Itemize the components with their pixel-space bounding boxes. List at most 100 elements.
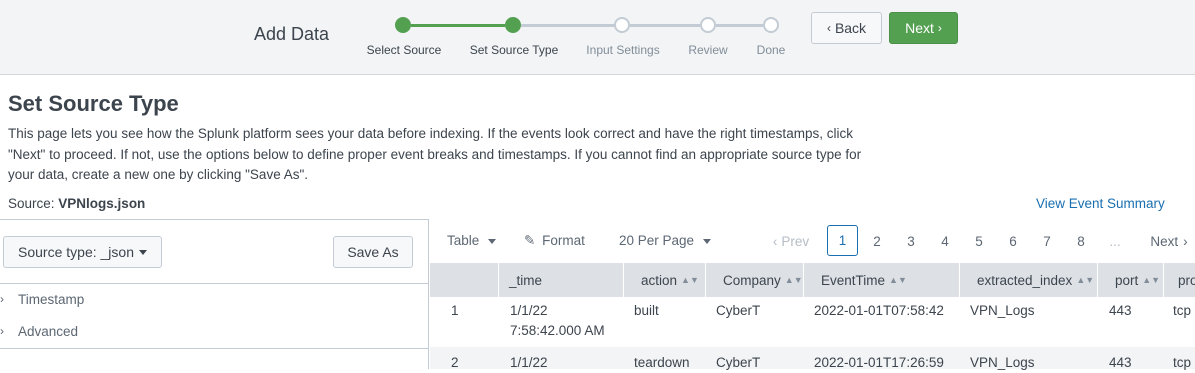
source-type-panel: Source type: _json Save As › Timestamp ›… bbox=[0, 219, 429, 369]
source-type-dropdown[interactable]: Source type: _json bbox=[3, 236, 162, 268]
chevron-right-icon: › bbox=[937, 21, 942, 35]
sort-icon: ▲▼ bbox=[681, 275, 699, 285]
column-header-action[interactable]: action ▲▼ bbox=[623, 263, 705, 297]
sort-icon: ▲▼ bbox=[1076, 275, 1095, 285]
view-event-summary-link[interactable]: View Event Summary bbox=[1036, 196, 1165, 211]
back-button[interactable]: ‹ Back bbox=[811, 12, 882, 44]
description-line: your data, create a new one by clicking … bbox=[8, 167, 308, 182]
page-button[interactable]: 8 bbox=[1066, 226, 1096, 256]
cell-port: 443 bbox=[1109, 355, 1132, 370]
step-dot-review bbox=[700, 17, 716, 33]
accordion-advanced[interactable]: › Advanced bbox=[0, 316, 428, 346]
cell-time-clock: 7:58:42.000 AM bbox=[510, 323, 605, 338]
accordion-timestamp[interactable]: › Timestamp bbox=[0, 284, 428, 314]
description-line: "Next" to proceed. If not, use the optio… bbox=[8, 146, 862, 162]
page-button[interactable]: 7 bbox=[1032, 226, 1062, 256]
next-page-label: Next bbox=[1150, 233, 1179, 249]
format-label: Format bbox=[542, 233, 585, 248]
chevron-right-icon: › bbox=[0, 324, 4, 338]
sort-icon: ▲▼ bbox=[1142, 275, 1161, 285]
page-button[interactable]: 3 bbox=[896, 226, 926, 256]
pagination-ellipsis: ... bbox=[1109, 233, 1121, 249]
step-connector bbox=[411, 24, 505, 27]
row-number: 2 bbox=[451, 355, 459, 370]
page-button[interactable]: 5 bbox=[964, 226, 994, 256]
step-dot-done bbox=[763, 17, 779, 33]
next-button[interactable]: Next › bbox=[889, 12, 958, 44]
divider bbox=[0, 348, 428, 349]
chevron-left-icon: ‹ bbox=[772, 233, 778, 249]
per-page-dropdown[interactable]: 20 Per Page bbox=[619, 233, 711, 248]
format-button[interactable]: ✎ Format bbox=[524, 233, 585, 249]
table-view-dropdown[interactable]: Table bbox=[447, 233, 497, 248]
row-number: 1 bbox=[451, 303, 459, 318]
sort-icon: ▲▼ bbox=[784, 275, 803, 285]
chevron-right-icon: › bbox=[0, 292, 4, 306]
cell-extracted-index: VPN_Logs bbox=[970, 303, 1035, 318]
accordion-label: Timestamp bbox=[18, 291, 85, 307]
cell-company: CyberT bbox=[716, 355, 761, 370]
cell-extracted-index: VPN_Logs bbox=[970, 355, 1035, 370]
cell-time-date: 1/1/22 bbox=[510, 303, 548, 318]
column-header-port[interactable]: port ▲▼ bbox=[1097, 263, 1163, 297]
column-label: extracted_index bbox=[977, 272, 1073, 288]
column-header-company[interactable]: Company ▲▼ bbox=[705, 263, 803, 297]
column-label: pro bbox=[1178, 272, 1195, 288]
cell-time-date: 1/1/22 bbox=[510, 355, 548, 370]
step-label-set-source-type: Set Source Type bbox=[469, 43, 559, 57]
caret-down-icon bbox=[702, 238, 711, 244]
accordion-label: Advanced bbox=[18, 323, 79, 339]
chevron-right-icon: › bbox=[1183, 233, 1188, 249]
source-label: Source: bbox=[8, 196, 55, 211]
step-label-review: Review bbox=[688, 43, 728, 57]
page-description: This page lets you see how the Splunk pl… bbox=[8, 124, 908, 186]
column-label: port bbox=[1115, 272, 1139, 288]
per-page-label: 20 Per Page bbox=[619, 233, 695, 248]
page-title: Set Source Type bbox=[8, 91, 179, 116]
cell-eventtime: 2022-01-01T07:58:42 bbox=[814, 303, 944, 318]
save-as-button[interactable]: Save As bbox=[333, 236, 413, 268]
step-connector bbox=[716, 24, 763, 27]
source-type-label: Source type: _json bbox=[18, 244, 134, 260]
page-button[interactable]: 4 bbox=[930, 226, 960, 256]
wizard-header: Add Data Select Source Set Source Type I… bbox=[0, 0, 1195, 75]
page-button-current[interactable]: 1 bbox=[827, 225, 858, 256]
page-button[interactable]: 2 bbox=[862, 226, 892, 256]
back-button-label: Back bbox=[834, 20, 867, 36]
page-button[interactable]: 6 bbox=[998, 226, 1028, 256]
column-header-extracted-index[interactable]: extracted_index ▲▼ bbox=[959, 263, 1097, 297]
caret-down-icon bbox=[488, 238, 497, 244]
chevron-left-icon: ‹ bbox=[826, 21, 831, 35]
step-label-select-source: Select Source bbox=[366, 43, 442, 57]
pencil-icon: ✎ bbox=[524, 233, 536, 248]
step-connector bbox=[521, 24, 615, 27]
table-view-label: Table bbox=[447, 233, 480, 248]
column-header-time[interactable]: _time bbox=[498, 263, 623, 297]
cell-protocol: tcp bbox=[1173, 303, 1192, 318]
source-info: Source: VPNlogs.json bbox=[8, 196, 145, 211]
cell-protocol: tcp bbox=[1173, 355, 1192, 370]
next-page-button[interactable]: Next › bbox=[1144, 226, 1194, 256]
column-header-eventtime[interactable]: EventTime ▲▼ bbox=[803, 263, 959, 297]
step-dot-set-source-type bbox=[505, 17, 521, 33]
cell-port: 443 bbox=[1109, 303, 1132, 318]
cell-eventtime: 2022-01-01T17:26:59 bbox=[814, 355, 944, 370]
cell-action: teardown bbox=[634, 355, 690, 370]
sort-icon: ▲▼ bbox=[889, 275, 907, 285]
column-header-protocol[interactable]: pro bbox=[1163, 263, 1195, 297]
column-label: EventTime bbox=[821, 272, 886, 288]
step-label-input-settings: Input Settings bbox=[586, 43, 660, 57]
wizard-steps: Select Source Set Source Type Input Sett… bbox=[0, 0, 800, 75]
next-button-label: Next bbox=[905, 20, 934, 36]
column-label: Company bbox=[723, 272, 781, 288]
cell-action: built bbox=[634, 303, 659, 318]
column-label: _time bbox=[509, 272, 543, 288]
step-connector bbox=[630, 24, 700, 27]
cell-company: CyberT bbox=[716, 303, 761, 318]
step-dot-input-settings bbox=[614, 17, 630, 33]
prev-label: Prev bbox=[781, 233, 810, 249]
column-header-row-number bbox=[430, 263, 498, 297]
column-label: action bbox=[641, 272, 678, 288]
step-label-done: Done bbox=[756, 43, 786, 57]
prev-page-button[interactable]: ‹ Prev bbox=[768, 226, 814, 256]
